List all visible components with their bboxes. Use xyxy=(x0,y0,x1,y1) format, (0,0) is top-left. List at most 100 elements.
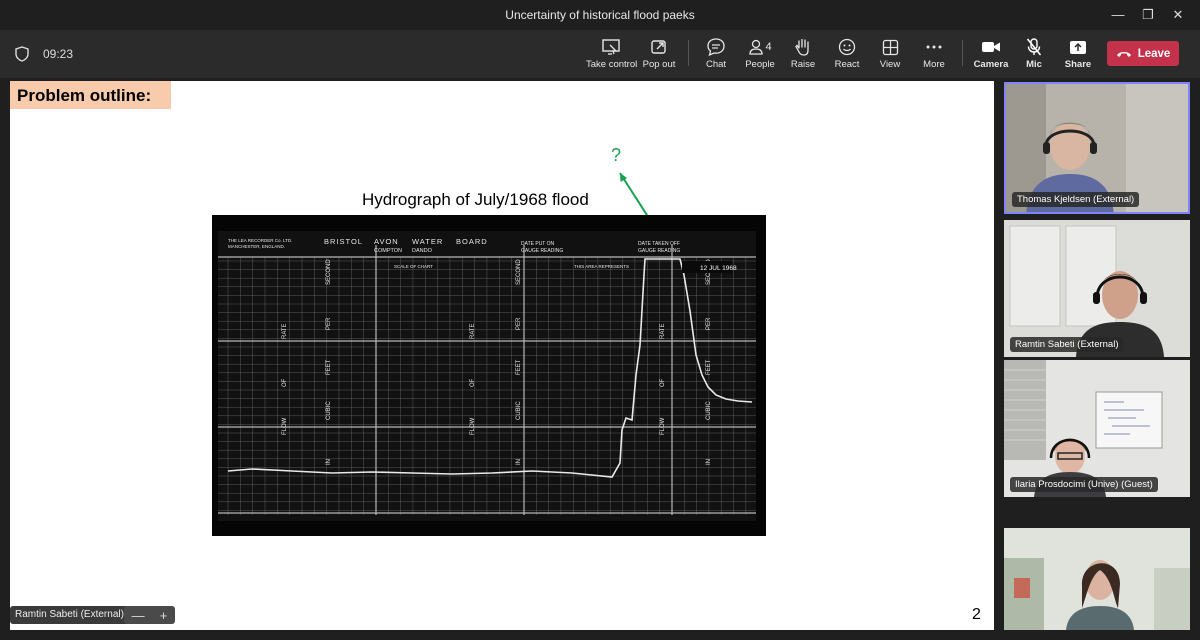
participant-tile[interactable] xyxy=(1004,528,1190,630)
camera-button[interactable]: Camera xyxy=(973,36,1009,74)
board-word-3: WATER xyxy=(412,237,443,246)
smiley-icon xyxy=(832,36,862,58)
pop-out-button[interactable]: Pop out xyxy=(640,36,678,74)
participant-name: Ramtin Sabeti (External) xyxy=(1010,337,1124,352)
axis-word-cubic-feet: FEET xyxy=(706,359,712,375)
participant-video xyxy=(1004,528,1190,630)
take-control-label: Take control xyxy=(586,59,638,70)
mic-label: Mic xyxy=(1026,59,1042,70)
meeting-toolbar: 09:23 Take control Pop out Chat 4 People… xyxy=(0,30,1200,78)
leave-button[interactable]: Leave xyxy=(1107,41,1179,66)
toolbar-divider xyxy=(688,40,689,66)
zoom-in-button[interactable]: + xyxy=(160,608,168,623)
mic-muted-icon xyxy=(1020,36,1048,58)
window-titlebar: Uncertainty of historical flood paeks — … xyxy=(0,0,1200,30)
presenter-name-tag: Ramtin Sabeti (External) xyxy=(10,606,129,624)
react-label: React xyxy=(834,59,860,70)
hang-up-icon xyxy=(1116,51,1131,57)
view-button[interactable]: View xyxy=(876,36,904,74)
location-word-2: DANDO xyxy=(412,248,433,254)
shared-screen[interactable]: Problem outline: ? Hydrograph of July/19… xyxy=(10,81,994,630)
axis-word-cubic-feet: IN xyxy=(326,459,332,465)
chat-label: Chat xyxy=(705,59,727,70)
camera-label: Camera xyxy=(973,59,1009,70)
close-button[interactable]: ✕ xyxy=(1163,4,1193,26)
gauge-reading-label-2: GAUGE READING xyxy=(638,248,680,254)
slide-heading: Problem outline: xyxy=(10,81,171,109)
raise-hand-icon xyxy=(788,36,818,58)
pop-out-icon xyxy=(640,36,678,58)
zoom-controls: — + xyxy=(124,606,175,624)
hydrograph-chart-image: THE LEA RECORDER Co. LTD. MANCHESTER, EN… xyxy=(212,215,766,536)
people-count-badge: 4 xyxy=(765,41,772,53)
axis-word-rate-of-flow: OF xyxy=(660,378,666,387)
date-taken-off-label: DATE TAKEN OFF xyxy=(638,241,680,247)
axis-word-cubic-feet: SECOND xyxy=(516,259,522,285)
participant-tile[interactable]: Ramtin Sabeti (External) xyxy=(1004,220,1190,357)
chat-icon xyxy=(700,36,732,58)
svg-text:12 JUL 1968: 12 JUL 1968 xyxy=(700,265,737,272)
pop-out-label: Pop out xyxy=(642,59,676,70)
axis-word-cubic-feet: PER xyxy=(326,317,332,330)
share-label: Share xyxy=(1064,59,1092,70)
grid-view-icon xyxy=(876,36,904,58)
location-word-1: COMPTON xyxy=(374,248,402,254)
axis-word-rate-of-flow: FLOW xyxy=(282,417,288,435)
more-label: More xyxy=(923,59,945,70)
bottom-strip xyxy=(0,630,1200,640)
raise-label: Raise xyxy=(790,59,816,70)
mic-button[interactable]: Mic xyxy=(1020,36,1048,74)
axis-word-rate-of-flow: OF xyxy=(282,378,288,387)
raise-hand-button[interactable]: Raise xyxy=(788,36,818,74)
axis-word-cubic-feet: IN xyxy=(516,459,522,465)
axis-word-cubic-feet: CUBIC xyxy=(326,401,332,420)
axis-word-rate-of-flow: RATE xyxy=(470,323,476,339)
minimize-button[interactable]: — xyxy=(1103,4,1133,26)
board-word-1: BRISTOL xyxy=(324,237,363,246)
axis-word-rate-of-flow: RATE xyxy=(660,323,666,339)
more-dots-icon xyxy=(919,36,949,58)
share-button[interactable]: Share xyxy=(1062,36,1094,74)
area-represents-label: THIS AREA REPRESENTS xyxy=(574,264,629,269)
axis-word-cubic-feet: SECOND xyxy=(326,259,332,285)
scale-of-chart-label: SCALE OF CHART xyxy=(394,264,433,269)
meeting-timer: 09:23 xyxy=(43,47,74,61)
slide-page-number: 2 xyxy=(972,606,981,623)
toolbar-divider xyxy=(962,40,963,66)
axis-word-cubic-feet: CUBIC xyxy=(706,401,712,420)
axis-word-cubic-feet: PER xyxy=(516,317,522,330)
maximize-button[interactable]: ❐ xyxy=(1133,4,1163,26)
axis-word-cubic-feet: IN xyxy=(706,459,712,465)
people-button[interactable]: 4 People xyxy=(742,36,778,74)
recorder-name: THE LEA RECORDER Co. LTD. xyxy=(228,238,292,243)
participant-tile[interactable]: Thomas Kjeldsen (External) xyxy=(1004,82,1190,214)
participant-name: Ilaria Prosdocimi (Unive) (Guest) xyxy=(1010,477,1158,492)
chat-button[interactable]: Chat xyxy=(700,36,732,74)
axis-word-rate-of-flow: OF xyxy=(470,378,476,387)
leave-label: Leave xyxy=(1137,47,1171,60)
take-control-button[interactable]: Take control xyxy=(586,36,638,74)
share-screen-icon xyxy=(1062,36,1094,58)
view-label: View xyxy=(879,59,901,70)
hydrograph-title: Hydrograph of July/1968 flood xyxy=(362,190,589,209)
more-button[interactable]: More xyxy=(919,36,949,74)
date-put-on-label: DATE PUT ON xyxy=(521,241,555,247)
shield-icon xyxy=(15,46,29,62)
people-label: People xyxy=(745,59,775,70)
participant-name: Thomas Kjeldsen (External) xyxy=(1012,192,1140,207)
zoom-out-button[interactable]: — xyxy=(132,608,145,623)
gauge-reading-label-1: GAUGE READING xyxy=(521,248,563,254)
take-control-icon xyxy=(586,36,636,58)
react-button[interactable]: React xyxy=(832,36,862,74)
people-icon: 4 xyxy=(742,36,778,58)
board-word-4: BOARD xyxy=(456,237,488,246)
axis-word-cubic-feet: FEET xyxy=(326,359,332,375)
recorder-city: MANCHESTER, ENGLAND. xyxy=(228,244,285,249)
axis-word-rate-of-flow: FLOW xyxy=(470,417,476,435)
axis-word-rate-of-flow: RATE xyxy=(282,323,288,339)
window-title: Uncertainty of historical flood paeks xyxy=(505,8,695,22)
board-word-2: AVON xyxy=(374,237,399,246)
axis-word-cubic-feet: FEET xyxy=(516,359,522,375)
participant-tile[interactable]: Ilaria Prosdocimi (Unive) (Guest) xyxy=(1004,360,1190,497)
camera-icon xyxy=(973,36,1009,58)
